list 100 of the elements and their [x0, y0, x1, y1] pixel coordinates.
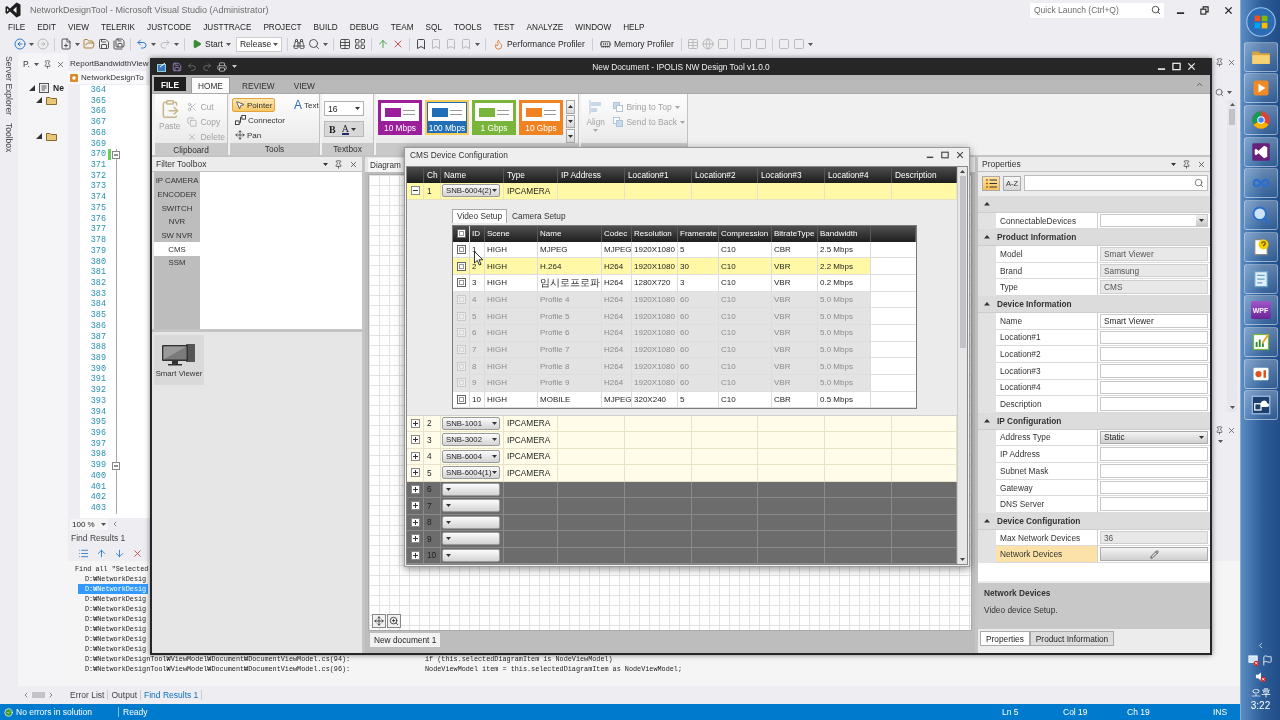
expand-icon[interactable]	[410, 418, 420, 428]
profiler-button[interactable]: Memory Profiler	[597, 36, 676, 52]
editor-tab[interactable]: ReportBandwidthView	[68, 57, 151, 70]
quick-launch-field[interactable]: Quick Launch (Ctrl+Q)	[1030, 2, 1164, 18]
link-style-tile[interactable]: 100 Mbps	[425, 100, 469, 135]
restore-icon[interactable]	[1199, 5, 1209, 15]
clock[interactable]: 오후 3:22	[1241, 687, 1280, 712]
start-button[interactable]: Start	[190, 36, 233, 52]
panel-tab[interactable]: Error List	[67, 690, 109, 700]
property-field[interactable]	[1100, 380, 1208, 395]
caret-icon[interactable]	[323, 162, 328, 166]
panel-tab[interactable]: Output	[108, 690, 141, 700]
pan-button[interactable]	[372, 614, 386, 628]
undo-icon[interactable]	[136, 38, 148, 50]
taskbar-button[interactable]	[1243, 263, 1278, 294]
expand-icon[interactable]	[410, 451, 420, 461]
menu-item[interactable]: SQL	[419, 23, 448, 32]
property-name[interactable]: IP Address	[996, 446, 1098, 463]
property-field[interactable]	[1100, 497, 1208, 512]
menu-item[interactable]: FILE	[2, 23, 32, 32]
collapse-icon[interactable]	[984, 302, 990, 306]
profiler-button[interactable]: Performance Profiler	[490, 36, 587, 52]
gallery-down-button[interactable]	[566, 114, 575, 129]
link-style-tile[interactable]: 10 Mbps	[378, 100, 422, 135]
expanded-arrow-icon[interactable]	[29, 85, 35, 91]
side-tab[interactable]: Server Explorer	[4, 56, 14, 116]
binoculars-icon[interactable]	[292, 38, 305, 50]
search-field[interactable]	[1024, 175, 1208, 191]
column-header[interactable]: Bandwidth	[818, 225, 871, 242]
tab[interactable]: Camera Setup	[507, 208, 571, 223]
model-dropdown[interactable]	[442, 532, 500, 546]
collapse-icon[interactable]	[984, 235, 990, 239]
checkbox[interactable]	[456, 395, 466, 405]
panel-tab[interactable]: Product Information	[1029, 631, 1115, 646]
pin-icon[interactable]	[1215, 426, 1224, 435]
start-orb-icon[interactable]	[1245, 7, 1276, 37]
zoom-button[interactable]	[387, 614, 401, 628]
expand-icon[interactable]	[410, 550, 420, 560]
zoom-dropdown[interactable]: 100 %	[70, 518, 108, 530]
collapse-icon[interactable]	[984, 519, 990, 523]
save-all-icon[interactable]	[113, 38, 125, 50]
collapse-icon[interactable]	[984, 419, 990, 423]
font-color-button[interactable]: A	[339, 123, 358, 135]
configuration-dropdown[interactable]: Release	[235, 36, 282, 52]
taskbar-button[interactable]	[1243, 231, 1278, 262]
caret-icon[interactable]	[322, 42, 328, 46]
checkbox[interactable]	[456, 278, 466, 288]
property-name[interactable]: Subnet Mask	[996, 463, 1098, 480]
scroll-up-icon[interactable]	[1229, 103, 1235, 106]
model-dropdown[interactable]	[442, 482, 500, 496]
maximize-icon[interactable]	[941, 151, 949, 159]
column-header[interactable]: Framerate	[678, 225, 719, 242]
up-arrow-icon[interactable]	[96, 548, 107, 559]
grid-icon[interactable]	[353, 38, 366, 50]
list-icon[interactable]	[78, 548, 89, 559]
checkbox[interactable]	[456, 261, 466, 271]
pin-icon[interactable]	[1182, 159, 1191, 169]
ribbon-tab[interactable]: REVIEW	[234, 77, 282, 93]
menu-item[interactable]: JUSTTRACE	[197, 23, 258, 32]
property-field[interactable]	[1100, 363, 1208, 378]
chevron-left-icon[interactable]	[1256, 641, 1265, 650]
scroll-thumb[interactable]	[32, 692, 45, 698]
property-name[interactable]: DNS Server	[996, 496, 1098, 514]
scroll-thumb[interactable]	[959, 176, 966, 348]
property-field[interactable]	[1100, 397, 1208, 411]
pin-icon[interactable]	[42, 59, 52, 69]
column-header[interactable]: ID	[470, 225, 485, 242]
menu-item[interactable]: TELERIK	[94, 23, 142, 32]
column-header[interactable]: Name	[538, 225, 602, 242]
search-icon[interactable]	[307, 38, 320, 50]
bookmark-icon[interactable]	[414, 38, 427, 50]
taskbar-button[interactable]	[1243, 136, 1278, 167]
font-size-dropdown[interactable]: 16	[324, 101, 364, 116]
model-dropdown[interactable]	[442, 548, 500, 562]
caret-icon[interactable]	[1171, 162, 1176, 166]
model-dropdown[interactable]	[442, 515, 500, 529]
menu-item[interactable]: PROJECT	[257, 23, 308, 32]
tool-button[interactable]: Pan	[232, 128, 265, 142]
panel-tab[interactable]: Properties	[980, 631, 1030, 646]
down-arrow-icon[interactable]	[114, 548, 125, 559]
menu-item[interactable]: BUILD	[307, 23, 344, 32]
menu-item[interactable]: WINDOW	[569, 23, 618, 32]
collapse-icon[interactable]	[410, 186, 420, 196]
table-icon[interactable]	[338, 38, 351, 50]
menu-item[interactable]: VIEW	[61, 23, 95, 32]
property-field[interactable]	[1100, 447, 1208, 461]
gallery-up-button[interactable]	[566, 100, 575, 114]
expand-icon[interactable]	[410, 484, 420, 494]
pin-icon[interactable]	[1215, 58, 1224, 67]
tool-button[interactable]: A Text	[290, 98, 322, 112]
property-name[interactable]: Type	[996, 279, 1098, 297]
menu-item[interactable]: EDIT	[31, 23, 62, 32]
property-field[interactable]: Smart Viewer	[1100, 313, 1208, 328]
column-header[interactable]: Resolution	[632, 225, 678, 242]
editor-tab[interactable]: NetworkDesignTo	[68, 71, 146, 84]
menu-item[interactable]: ANALYZE	[520, 23, 570, 32]
tree-item[interactable]: Ne	[53, 83, 64, 93]
taskbar-button[interactable]	[1243, 41, 1278, 72]
menu-item[interactable]: TOOLS	[448, 23, 488, 32]
model-dropdown[interactable]	[442, 499, 500, 513]
